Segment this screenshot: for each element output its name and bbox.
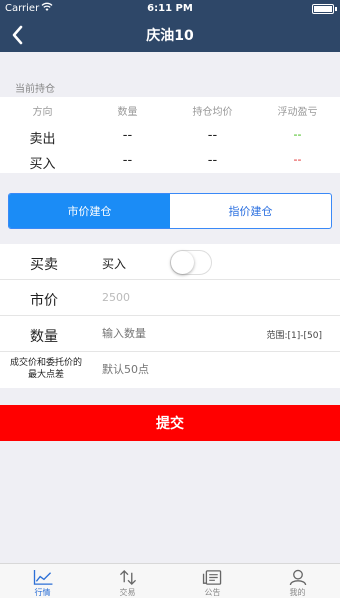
battery-tip (335, 7, 337, 11)
row-pnl: -- (293, 153, 302, 166)
tab-label: 交易 (119, 588, 136, 597)
side-toggle[interactable] (170, 250, 212, 275)
quantity-row: 数量 范围:[1]-[50] (0, 316, 340, 352)
navigation-bar: 庆油10 (0, 18, 340, 52)
status-time: 6:11 PM (147, 3, 193, 14)
header-pnl: 浮动盈亏 (277, 107, 318, 118)
side-value: 买入 (102, 257, 127, 271)
position-section-label: 当前持仓 (15, 84, 55, 95)
position-row-sell: 卖出 -- -- -- (0, 128, 340, 148)
position-header-row: 方向 数量 持仓均价 浮动盈亏 (0, 103, 340, 123)
quantity-input[interactable] (102, 327, 242, 340)
header-quantity: 数量 (117, 107, 138, 118)
max-spread-label-line1: 成交价和委托价的 (9, 358, 82, 368)
max-spread-row: 成交价和委托价的 最大点差 (0, 352, 340, 388)
row-avg-price: -- (207, 153, 218, 168)
tab-trade[interactable]: 交易 (85, 564, 170, 598)
price-value: 2500 (102, 291, 130, 304)
row-quantity: -- (122, 153, 133, 168)
quantity-label: 数量 (30, 329, 58, 345)
tab-quotes[interactable]: 行情 (0, 564, 85, 598)
row-direction: 卖出 (29, 132, 56, 147)
status-bar: Carrier 6:11 PM (0, 0, 340, 18)
tab-label: 公告 (204, 588, 221, 597)
news-icon (202, 570, 221, 585)
user-icon (289, 569, 306, 586)
toggle-knob (171, 251, 194, 274)
max-spread-label: 成交价和委托价的 最大点差 (4, 357, 88, 381)
battery-icon (312, 4, 334, 14)
position-row-buy: 买入 -- -- -- (0, 153, 340, 173)
quantity-range: 范围:[1]-[50] (266, 331, 322, 341)
header-avg-price: 持仓均价 (192, 107, 233, 118)
header-direction: 方向 (32, 107, 53, 118)
order-type-tabs: 市价建仓 指价建仓 (8, 193, 332, 229)
position-table: 方向 数量 持仓均价 浮动盈亏 卖出 -- -- -- 买入 -- -- -- (0, 97, 340, 173)
order-form: 买卖 买入 市价 2500 数量 范围:[1]-[50] 成交价和委托价的 最大… (0, 244, 340, 388)
price-label: 市价 (30, 293, 58, 309)
submit-button[interactable]: 提交 (0, 405, 340, 441)
row-direction: 买入 (29, 157, 56, 172)
max-spread-label-line2: 最大点差 (27, 370, 64, 380)
transfer-arrows-icon (119, 569, 136, 586)
max-spread-input[interactable] (102, 363, 242, 376)
tab-limit-order[interactable]: 指价建仓 (170, 194, 331, 228)
tab-label: 我的 (289, 588, 306, 597)
tab-label: 行情 (34, 588, 51, 597)
tab-profile[interactable]: 我的 (255, 564, 340, 598)
row-quantity: -- (122, 128, 133, 143)
side-label: 买卖 (30, 257, 58, 273)
bottom-tab-bar: 行情 交易 公告 我的 (0, 563, 340, 598)
line-chart-icon (33, 569, 52, 585)
tab-market-order[interactable]: 市价建仓 (9, 194, 170, 228)
page-title: 庆油10 (146, 28, 194, 44)
side-row: 买卖 买入 (0, 244, 340, 280)
tab-news[interactable]: 公告 (170, 564, 255, 598)
price-row: 市价 2500 (0, 280, 340, 316)
row-pnl: -- (293, 128, 302, 141)
row-avg-price: -- (207, 128, 218, 143)
